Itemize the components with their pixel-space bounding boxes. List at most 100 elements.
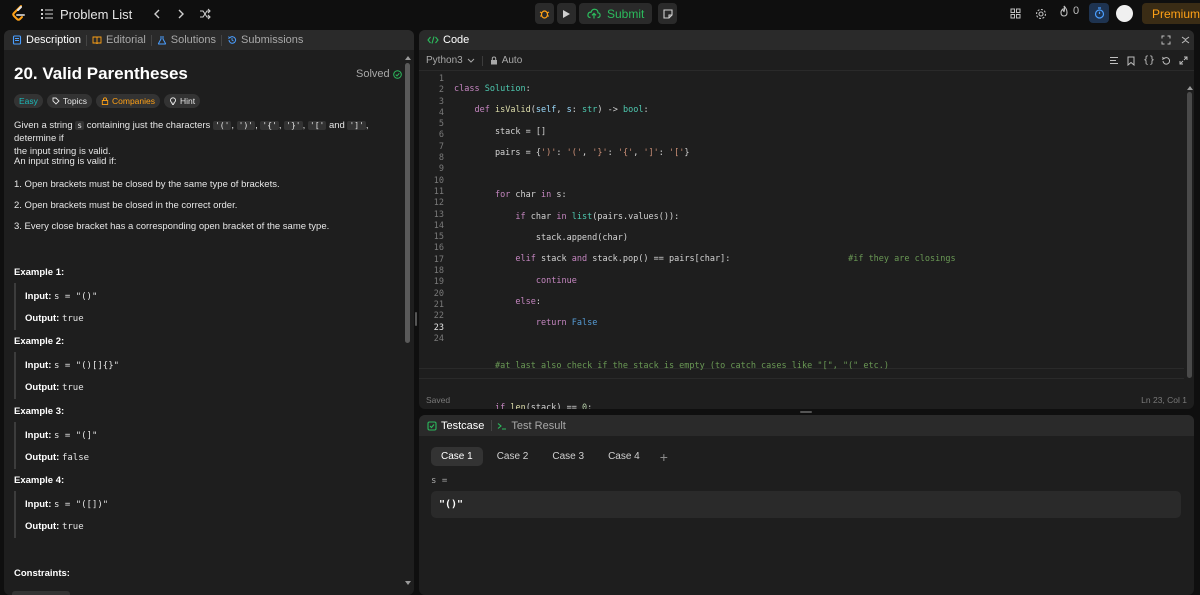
language-select[interactable]: Python3 bbox=[426, 55, 475, 66]
maximize-icon[interactable] bbox=[1161, 35, 1171, 48]
line-number: 19 bbox=[433, 277, 444, 288]
line-number: 4 bbox=[438, 107, 444, 118]
line-number: 12 bbox=[433, 198, 444, 209]
case-tab-3[interactable]: Case 3 bbox=[542, 447, 594, 466]
timer-icon bbox=[1094, 7, 1104, 19]
streak-counter[interactable]: 0 bbox=[1059, 5, 1079, 17]
reset-icon[interactable] bbox=[1161, 56, 1171, 69]
rule-1: 1. Open brackets must be closed by the s… bbox=[14, 179, 280, 190]
description-icon bbox=[12, 35, 22, 45]
auto-mode[interactable]: Auto bbox=[490, 55, 522, 66]
case-tab-2[interactable]: Case 2 bbox=[487, 447, 539, 466]
submit-label: Submit bbox=[607, 6, 645, 21]
code-scroll-thumb[interactable] bbox=[1187, 92, 1192, 378]
gear-icon[interactable] bbox=[1032, 5, 1049, 22]
tab-solutions[interactable]: Solutions bbox=[157, 34, 216, 46]
avatar[interactable] bbox=[1116, 5, 1133, 22]
line-number: 22 bbox=[433, 311, 444, 322]
premium-button[interactable]: Premium bbox=[1142, 3, 1200, 24]
scroll-thumb[interactable] bbox=[405, 63, 410, 343]
tab-editorial[interactable]: Editorial bbox=[92, 34, 146, 46]
lock-icon bbox=[490, 56, 497, 65]
add-case-icon[interactable]: + bbox=[660, 449, 668, 465]
line-number: 2 bbox=[438, 85, 444, 96]
terminal-icon bbox=[498, 422, 507, 430]
chevron-right-icon[interactable] bbox=[172, 5, 190, 23]
list-icon[interactable] bbox=[40, 7, 54, 21]
line-number: 13 bbox=[433, 209, 444, 220]
play-icon bbox=[563, 9, 570, 18]
problem-tags: Easy Topics Companies Hint bbox=[14, 94, 201, 108]
braces-icon[interactable]: {} bbox=[1143, 55, 1155, 66]
tab-description[interactable]: Description bbox=[12, 34, 81, 46]
topics-tag[interactable]: Topics bbox=[46, 94, 92, 108]
debug-button[interactable] bbox=[535, 3, 554, 24]
example-4-output: Output: true bbox=[25, 521, 84, 532]
line-number: 6 bbox=[438, 130, 444, 141]
vertical-resize-handle[interactable] bbox=[415, 312, 417, 326]
code-content[interactable]: class Solution: def isValid(self, s: str… bbox=[454, 74, 956, 409]
bookmark-icon[interactable] bbox=[1127, 56, 1135, 69]
variable-input[interactable]: "()" bbox=[431, 491, 1181, 518]
example-4-heading: Example 4: bbox=[14, 475, 65, 486]
history-icon bbox=[228, 36, 237, 44]
lock-icon bbox=[101, 97, 109, 105]
fullscreen-icon[interactable] bbox=[1179, 56, 1188, 68]
debug-icon bbox=[539, 10, 550, 19]
streak-count: 0 bbox=[1073, 5, 1080, 17]
checkbox-icon bbox=[427, 420, 437, 431]
problem-description: Given a string s containing just the cha… bbox=[14, 120, 369, 157]
tab-submissions[interactable]: Submissions bbox=[227, 34, 303, 46]
constraints-heading: Constraints: bbox=[14, 568, 70, 579]
example-2-heading: Example 2: bbox=[14, 336, 65, 347]
note-icon bbox=[663, 8, 673, 19]
scroll-down-icon[interactable] bbox=[405, 581, 411, 585]
line-number: 9 bbox=[438, 164, 444, 175]
line-number: 10 bbox=[433, 175, 444, 186]
scroll-up-icon[interactable] bbox=[405, 56, 411, 60]
code-panel: Code Python3 Auto {} 1 2 3 4 5 6 7 8 9 1… bbox=[419, 30, 1194, 409]
example-4-input: Input: s = "([])" bbox=[25, 499, 109, 510]
horizontal-resize-handle[interactable] bbox=[800, 411, 812, 413]
tab-testcase[interactable]: Testcase bbox=[427, 420, 484, 432]
submit-button[interactable]: Submit bbox=[579, 3, 653, 24]
case-tab-1[interactable]: Case 1 bbox=[431, 447, 483, 466]
format-icon[interactable] bbox=[1109, 56, 1119, 68]
lightbulb-icon bbox=[170, 97, 176, 105]
companies-tag[interactable]: Companies bbox=[96, 94, 160, 108]
tab-test-result[interactable]: Test Result bbox=[497, 420, 566, 432]
line-number: 5 bbox=[438, 119, 444, 130]
code-title: Code bbox=[443, 34, 470, 46]
collapse-icon[interactable] bbox=[1181, 35, 1190, 48]
example-1-output: Output: true bbox=[25, 313, 84, 324]
line-number: 7 bbox=[438, 141, 444, 152]
solved-label: Solved bbox=[356, 68, 390, 80]
line-number: 11 bbox=[433, 186, 444, 197]
book-icon bbox=[92, 36, 102, 45]
run-button[interactable] bbox=[557, 3, 576, 24]
leetcode-logo[interactable] bbox=[9, 4, 29, 24]
code-s: s bbox=[75, 121, 85, 130]
case-tab-4[interactable]: Case 4 bbox=[598, 447, 650, 466]
example-1-heading: Example 1: bbox=[14, 267, 65, 278]
timer-button[interactable] bbox=[1089, 3, 1109, 23]
testcase-header: Testcase Test Result bbox=[419, 415, 1194, 436]
flask-icon bbox=[157, 36, 166, 45]
rule-3: 3. Every close bracket has a correspondi… bbox=[14, 221, 330, 232]
line-number: 17 bbox=[433, 254, 444, 265]
solved-status: Solved bbox=[356, 68, 402, 80]
line-numbers: 1 2 3 4 5 6 7 8 9 10 11 12 13 14 15 16 17 18 19 20 21 22 23 24 bbox=[419, 74, 444, 345]
chevron-left-icon[interactable] bbox=[148, 5, 166, 23]
code-header: Code bbox=[419, 30, 1194, 50]
layout-icon[interactable] bbox=[1007, 5, 1024, 22]
testcase-panel: Testcase Test Result Case 1 Case 2 Case … bbox=[419, 415, 1194, 595]
notes-button[interactable] bbox=[658, 3, 678, 24]
description-scrollbar[interactable] bbox=[404, 56, 412, 591]
code-scrollbar[interactable] bbox=[1186, 86, 1193, 391]
example-1-input: Input: s = "()" bbox=[25, 291, 98, 302]
code-editor[interactable]: 1 2 3 4 5 6 7 8 9 10 11 12 13 14 15 16 17 18 19 20 21 22 23 24 … bbox=[419, 74, 1184, 409]
problem-list-link[interactable]: Problem List bbox=[60, 7, 132, 22]
shuffle-icon[interactable] bbox=[196, 5, 214, 23]
problem-title[interactable]: 20. Valid Parentheses bbox=[14, 64, 188, 84]
hint-tag[interactable]: Hint bbox=[164, 94, 201, 108]
